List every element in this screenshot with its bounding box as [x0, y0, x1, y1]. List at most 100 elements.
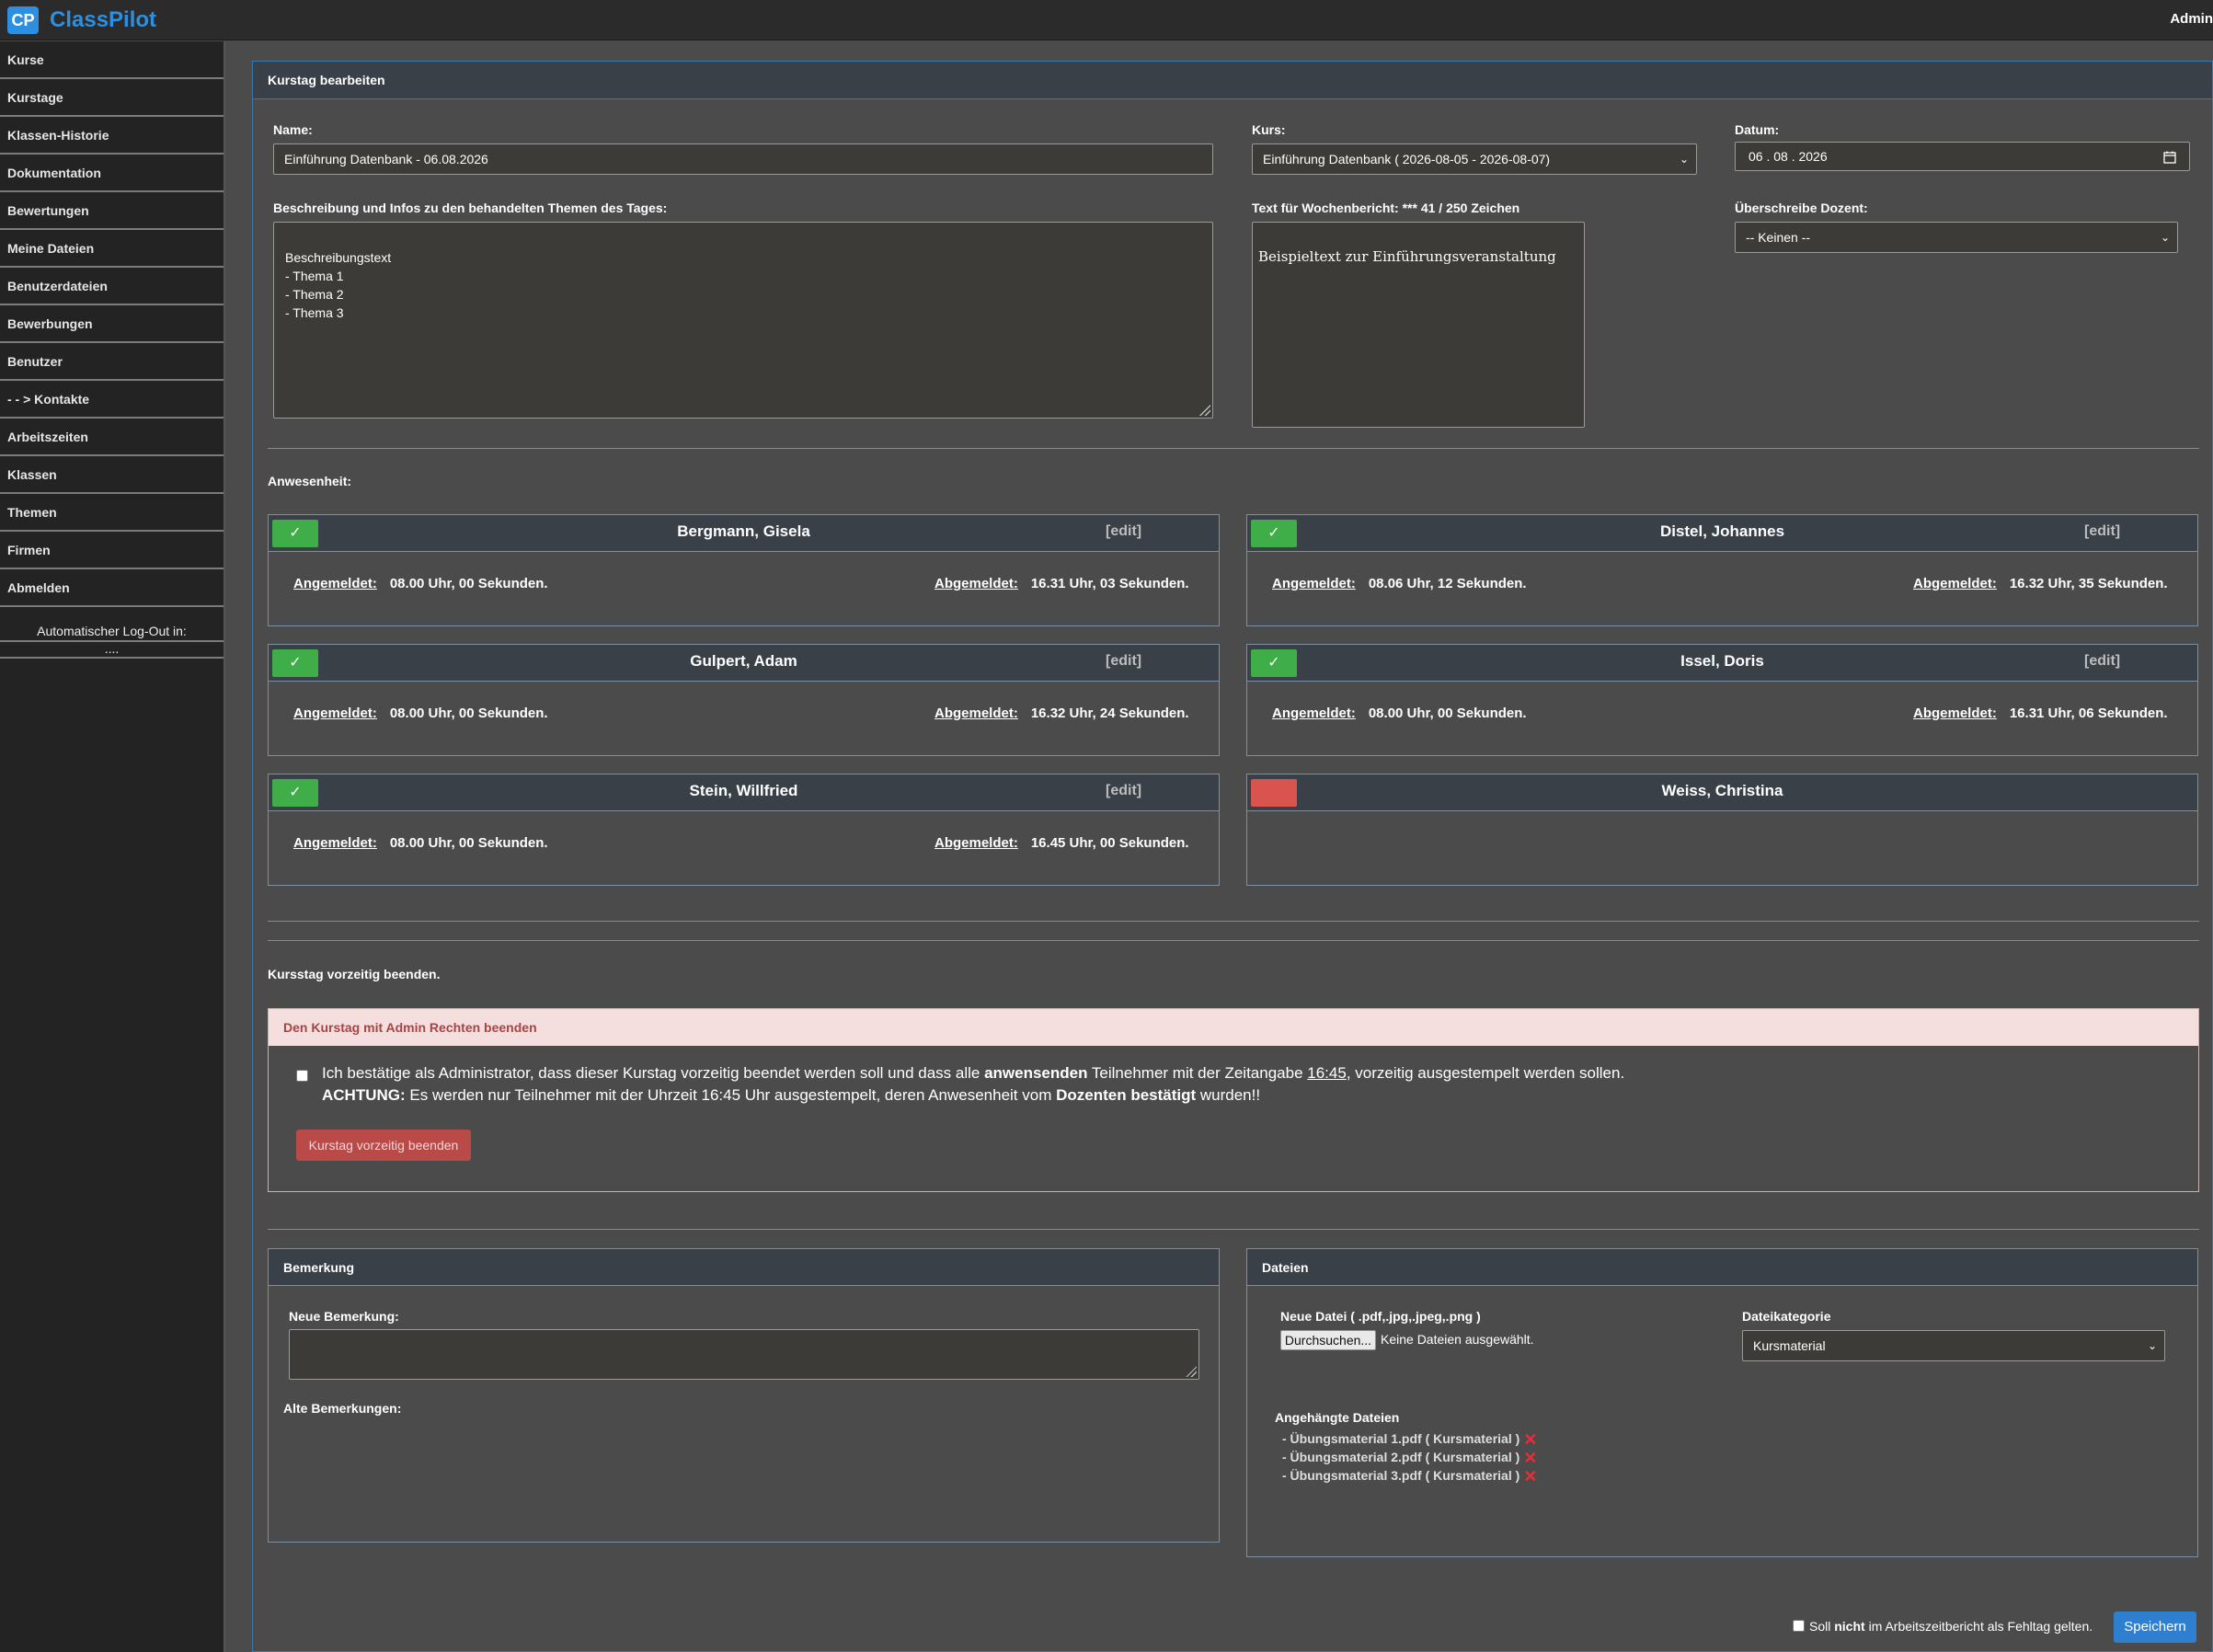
checkout-time: 16.45 Uhr, 00 Sekunden.	[1030, 835, 1189, 851]
auto-logout-timer: ....	[0, 640, 224, 659]
wochenbericht-value: Beispieltext zur Einführungsveranstaltun…	[1258, 248, 1556, 265]
early-finish-label: Kursstag vorzeitig beenden.	[268, 967, 441, 981]
beschreibung-textarea[interactable]: Beschreibungstext - Thema 1 - Thema 2 - …	[273, 222, 1213, 419]
edit-link[interactable]: [edit]	[1106, 774, 1141, 808]
no-absence-bold: nicht	[1834, 1619, 1865, 1634]
edit-link[interactable]: [edit]	[2084, 645, 2120, 678]
divider	[268, 448, 2199, 449]
sidebar-item-firmen[interactable]: Firmen	[0, 532, 224, 569]
edit-link[interactable]: [edit]	[2084, 515, 2120, 548]
checkin-row: Angemeldet: 08.00 Uhr, 00 Sekunden.	[1272, 706, 1527, 721]
attendance-card: ✓ Stein, Willfried [edit] Angemeldet: 08.…	[268, 774, 1220, 886]
dozent-select[interactable]: -- Keinen -- ⌄	[1735, 222, 2178, 253]
sidebar-item-kurstage[interactable]: Kurstage	[0, 79, 224, 117]
sidebar-item-bewertungen[interactable]: Bewertungen	[0, 192, 224, 230]
sidebar-item-benutzerdateien[interactable]: Benutzerdateien	[0, 268, 224, 305]
sidebar-item-dokumentation[interactable]: Dokumentation	[0, 155, 224, 192]
participant-name: Weiss, Christina	[1661, 782, 1783, 799]
checkout-time: 16.32 Uhr, 24 Sekunden.	[1030, 706, 1189, 721]
sidebar-item-klassen-historie[interactable]: Klassen-Historie	[0, 117, 224, 155]
sidebar-item-themen[interactable]: Themen	[0, 494, 224, 532]
current-user[interactable]: Admin	[2170, 11, 2213, 27]
save-button[interactable]: Speichern	[2114, 1612, 2196, 1643]
checkout-label: Abgemeldet:	[935, 835, 1018, 851]
sidebar-item-kurse[interactable]: Kurse	[0, 41, 224, 79]
datum-input[interactable]: 06 . 08 . 2026	[1735, 142, 2190, 171]
divider	[268, 1229, 2199, 1230]
checkin-time: 08.00 Uhr, 00 Sekunden.	[389, 835, 548, 851]
early-finish-title: Den Kurstag mit Admin Rechten beenden	[269, 1009, 2198, 1046]
wochenbericht-textarea[interactable]: Beispieltext zur Einführungsveranstaltun…	[1252, 222, 1585, 428]
calendar-icon[interactable]	[2163, 151, 2176, 164]
attendance-card-header: ✓ Distel, Johannes [edit]	[1247, 515, 2197, 552]
delete-icon[interactable]: ✕	[1523, 1430, 1537, 1449]
file-category-select[interactable]: Kursmaterial ⌄	[1742, 1330, 2165, 1361]
attached-file-item: - Übungsmaterial 3.pdf ( Kursmaterial ) ✕	[1282, 1467, 1537, 1486]
name-input-value: Einführung Datenbank - 06.08.2026	[284, 152, 488, 166]
attendance-label: Anwesenheit:	[268, 474, 352, 488]
warning-label: ACHTUNG:	[322, 1086, 406, 1104]
datum-label: Datum:	[1735, 122, 1780, 137]
sidebar: Kurse Kurstage Klassen-Historie Dokument…	[0, 41, 225, 1652]
checkin-time: 08.00 Uhr, 00 Sekunden.	[1368, 706, 1527, 721]
attendance-card: ✓ Bergmann, Gisela [edit] Angemeldet: 08.…	[268, 514, 1220, 626]
early-finish-box: Den Kurstag mit Admin Rechten beenden Ic…	[268, 1008, 2199, 1192]
confirm-text-line2: ACHTUNG: Es werden nur Teilnehmer mit de…	[322, 1084, 1260, 1107]
checkin-row: Angemeldet: 08.06 Uhr, 12 Sekunden.	[1272, 576, 1527, 591]
new-remark-textarea[interactable]	[289, 1329, 1199, 1380]
participant-name: Bergmann, Gisela	[677, 522, 810, 540]
sidebar-item-abmelden[interactable]: Abmelden	[0, 569, 224, 607]
participant-name: Issel, Doris	[1680, 652, 1764, 670]
chevron-down-icon: ⌄	[2147, 1339, 2157, 1352]
edit-link[interactable]: [edit]	[1106, 515, 1141, 548]
edit-link[interactable]: [edit]	[1106, 645, 1141, 678]
no-absence-text: Soll	[1809, 1619, 1835, 1634]
sidebar-item-klassen[interactable]: Klassen	[0, 456, 224, 494]
checkout-row: Abgemeldet: 16.45 Uhr, 00 Sekunden.	[935, 835, 1189, 851]
attendance-card-header: ✓ Issel, Doris [edit]	[1247, 645, 2197, 682]
no-absence-text: im Arbeitszeitbericht als Fehltag gelten…	[1864, 1619, 2093, 1634]
checkout-time: 16.32 Uhr, 35 Sekunden.	[2009, 576, 2168, 591]
divider	[268, 921, 2199, 922]
checkin-row: Angemeldet: 08.00 Uhr, 00 Sekunden.	[293, 835, 548, 851]
kurs-select[interactable]: Einführung Datenbank ( 2026-08-05 - 2026…	[1252, 143, 1697, 175]
confirm-early-finish-checkbox[interactable]	[296, 1070, 308, 1082]
no-absence-checkbox[interactable]	[1793, 1620, 1805, 1632]
resize-handle-icon[interactable]	[1199, 405, 1210, 416]
confirm-text-line1: Ich bestätige als Administrator, dass di…	[322, 1062, 1624, 1084]
sidebar-item-kontakte[interactable]: - - > Kontakte	[0, 381, 224, 419]
confirm-time: 16:45	[1307, 1064, 1347, 1082]
attendance-card: ✓ Issel, Doris [edit] Angemeldet: 08.00 U…	[1246, 644, 2198, 756]
early-finish-button[interactable]: Kurstag vorzeitig beenden	[296, 1130, 471, 1161]
remark-title: Bemerkung	[269, 1249, 1219, 1286]
attached-file-link[interactable]: - Übungsmaterial 3.pdf ( Kursmaterial )	[1282, 1468, 1519, 1483]
attendance-card-header: ✓ Stein, Willfried [edit]	[269, 774, 1219, 811]
sidebar-item-bewerbungen[interactable]: Bewerbungen	[0, 305, 224, 343]
delete-icon[interactable]: ✕	[1523, 1449, 1537, 1467]
attached-file-link[interactable]: - Übungsmaterial 1.pdf ( Kursmaterial )	[1282, 1431, 1519, 1446]
panel-title: Kurstag bearbeiten	[253, 62, 2212, 99]
no-file-text: Keine Dateien ausgewählt.	[1381, 1332, 1534, 1347]
attendance-card: ✓ Distel, Johannes [edit] Angemeldet: 08.…	[1246, 514, 2198, 626]
no-absence-label: Soll nicht im Arbeitszeitbericht als Feh…	[1809, 1619, 2093, 1634]
checkin-time: 08.06 Uhr, 12 Sekunden.	[1368, 576, 1527, 591]
app-name[interactable]: ClassPilot	[50, 7, 156, 33]
sidebar-item-arbeitszeiten[interactable]: Arbeitszeiten	[0, 419, 224, 456]
wochenbericht-label: Text für Wochenbericht: *** 41 / 250 Zei…	[1252, 201, 1520, 215]
checkin-label: Angemeldet:	[1272, 576, 1356, 591]
logo-badge: CP	[7, 6, 39, 34]
sidebar-item-meine-dateien[interactable]: Meine Dateien	[0, 230, 224, 268]
checkin-label: Angemeldet:	[1272, 706, 1356, 721]
divider	[268, 940, 2199, 941]
new-remark-label: Neue Bemerkung:	[289, 1309, 399, 1324]
attendance-card: Weiss, Christina	[1246, 774, 2198, 886]
datum-input-value: 06 . 08 . 2026	[1749, 149, 1828, 164]
name-input[interactable]: Einführung Datenbank - 06.08.2026	[273, 143, 1213, 175]
delete-icon[interactable]: ✕	[1523, 1467, 1537, 1486]
sidebar-item-benutzer[interactable]: Benutzer	[0, 343, 224, 381]
checkout-row: Abgemeldet: 16.31 Uhr, 06 Sekunden.	[1913, 706, 2168, 721]
browse-button[interactable]: Durchsuchen...	[1280, 1330, 1376, 1350]
attached-file-link[interactable]: - Übungsmaterial 2.pdf ( Kursmaterial )	[1282, 1450, 1519, 1464]
resize-handle-icon[interactable]	[1186, 1366, 1197, 1377]
attendance-card-header: Weiss, Christina	[1247, 774, 2197, 811]
